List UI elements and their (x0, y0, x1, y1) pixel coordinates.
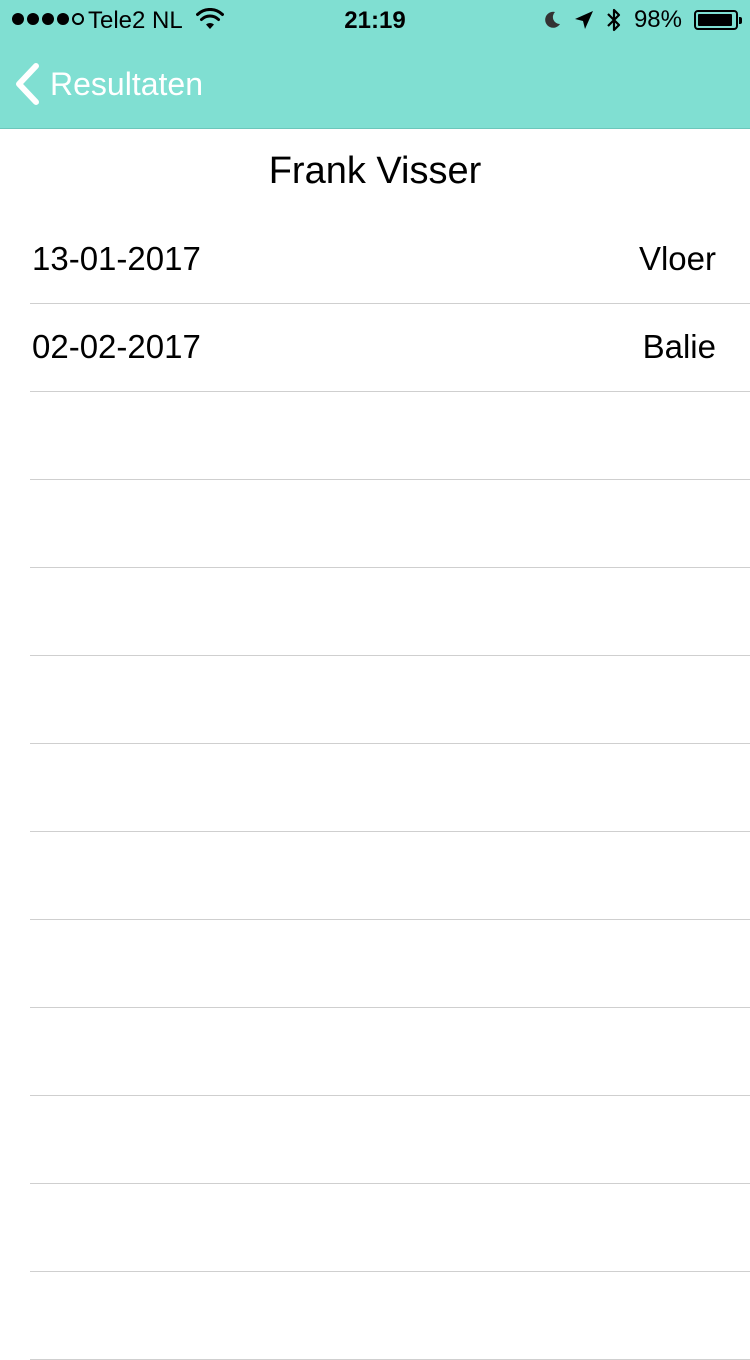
list-item[interactable] (30, 1096, 750, 1184)
page-title: Frank Visser (268, 150, 482, 192)
location-icon (574, 11, 593, 29)
list-item[interactable]: 02-02-2017 Balie (30, 304, 750, 392)
results-list: 13-01-2017 Vloer 02-02-2017 Balie (30, 216, 750, 1360)
list-item-date: 13-01-2017 (32, 240, 201, 277)
status-right-group: 98% (542, 6, 742, 34)
back-button[interactable]: Resultaten (14, 60, 203, 108)
list-item[interactable] (30, 656, 750, 744)
list-item[interactable] (30, 832, 750, 920)
list-item[interactable] (30, 480, 750, 568)
list-item[interactable] (30, 568, 750, 656)
battery-percentage: 98% (633, 6, 682, 33)
moon-icon (545, 11, 560, 28)
status-bar: Tele2 NL 21:19 98% (0, 0, 750, 40)
battery-icon (694, 10, 742, 30)
list-item-date: 02-02-2017 (32, 328, 201, 365)
list-item[interactable] (30, 1008, 750, 1096)
bluetooth-icon (607, 8, 621, 32)
navigation-header: Tele2 NL 21:19 98% Resultaten (0, 0, 750, 129)
list-item-value: Vloer (638, 240, 716, 277)
list-item[interactable] (30, 1184, 750, 1272)
list-item[interactable] (30, 392, 750, 480)
chevron-left-icon (16, 63, 39, 105)
back-button-label: Resultaten (50, 65, 203, 102)
list-item[interactable] (30, 744, 750, 832)
list-item-value: Balie (642, 328, 716, 365)
list-item[interactable]: 13-01-2017 Vloer (30, 216, 750, 304)
list-item[interactable] (30, 1272, 750, 1360)
list-item[interactable] (30, 920, 750, 1008)
